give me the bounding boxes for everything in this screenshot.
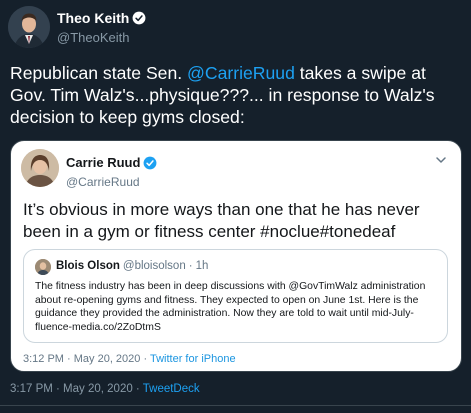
nested-header: Blois Olson @bloisolson · 1h: [56, 260, 208, 272]
nested-tweet-text: The fitness industry has been in deep di…: [35, 281, 426, 333]
quoted-avatar[interactable]: [21, 149, 59, 187]
quoted-tweet-card[interactable]: Carrie Ruud @CarrieRuud It’s obvious in …: [10, 140, 462, 372]
nested-separator: ·: [188, 260, 193, 272]
author-name[interactable]: Theo Keith: [57, 10, 129, 26]
author-block: Theo Keith @TheoKeith: [57, 9, 146, 45]
quoted-author-name[interactable]: Carrie Ruud: [66, 155, 140, 170]
tweet-separator: ·: [132, 383, 143, 395]
mention-link[interactable]: @CarrieRuud: [187, 63, 295, 83]
divider: [0, 405, 471, 406]
nested-quoted-tweet[interactable]: Blois Olson @bloisolson · 1h The fitness in…: [23, 249, 448, 343]
quoted-tweet-text: It’s obvious in more ways than one that …: [23, 200, 420, 241]
nested-avatar: [35, 259, 51, 275]
author-handle[interactable]: @TheoKeith: [57, 30, 146, 45]
tweet-timestamp[interactable]: 3:17 PM · May 20, 2020: [10, 383, 133, 395]
tweet-footer: 3:17 PM · May 20, 2020 · TweetDeck: [10, 383, 200, 395]
avatar[interactable]: [8, 6, 50, 48]
verified-badge-icon: [143, 156, 157, 170]
nested-author-name[interactable]: Blois Olson: [56, 260, 120, 272]
quoted-separator: ·: [140, 353, 150, 365]
nested-time: 1h: [195, 260, 209, 272]
verified-badge-icon: [132, 11, 146, 25]
chevron-down-icon[interactable]: [435, 153, 447, 165]
quoted-timestamp[interactable]: 3:12 PM · May 20, 2020: [23, 353, 140, 365]
quoted-author-handle[interactable]: @CarrieRuud: [66, 175, 157, 189]
tweet: Theo Keith @TheoKeith Republican state S…: [0, 0, 471, 413]
quoted-source-link[interactable]: Twitter for iPhone: [150, 353, 236, 365]
tweet-header: Theo Keith @TheoKeith: [8, 6, 463, 48]
tweet-source-link[interactable]: TweetDeck: [143, 383, 200, 395]
quoted-footer: 3:12 PM · May 20, 2020 · Twitter for iPh…: [23, 353, 236, 365]
tweet-text: Republican state Sen. @CarrieRuud takes …: [10, 62, 462, 128]
nested-author-handle[interactable]: @bloisolson: [123, 260, 186, 272]
quoted-author-block: Carrie Ruud @CarrieRuud: [66, 154, 157, 189]
tweet-text-before: Republican state Sen.: [10, 63, 188, 83]
